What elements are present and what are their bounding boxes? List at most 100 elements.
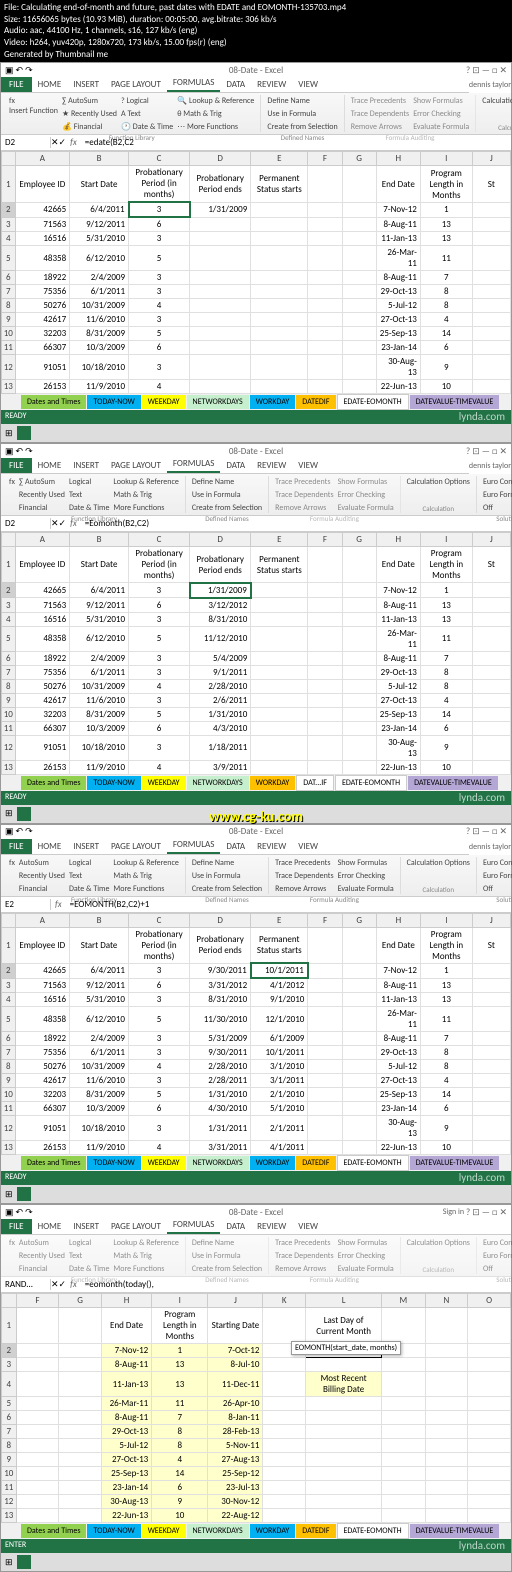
- cell[interactable]: 2/4/2009: [70, 651, 129, 665]
- cell[interactable]: 6/12/2010: [70, 626, 129, 651]
- cell[interactable]: [468, 1467, 511, 1481]
- row-header[interactable]: 7: [2, 285, 16, 299]
- tab-insert[interactable]: INSERT: [67, 77, 105, 92]
- window-controls[interactable]: ? ⊡ — □ ✕: [466, 826, 507, 837]
- sheet-tab[interactable]: Dates and Times: [21, 1524, 86, 1538]
- cell[interactable]: 25-Sep-13: [376, 707, 420, 721]
- cell[interactable]: [308, 927, 342, 963]
- row-header[interactable]: 6: [2, 651, 16, 665]
- cell[interactable]: 25-Sep-13: [101, 1467, 151, 1481]
- row-header[interactable]: 7: [2, 665, 16, 679]
- cell[interactable]: [308, 1046, 342, 1060]
- cell[interactable]: 10/31/2009: [70, 679, 129, 693]
- cell[interactable]: 71563: [15, 217, 70, 232]
- error-checking[interactable]: Error Checking: [336, 870, 396, 882]
- worksheet-grid[interactable]: F G H I J K L M N O 1 End Date Program L…: [1, 1293, 511, 1523]
- cell[interactable]: [425, 1372, 468, 1397]
- tab-pagelayout[interactable]: PAGE LAYOUT: [105, 839, 167, 854]
- cell[interactable]: [251, 707, 308, 721]
- cell[interactable]: 10/1/2011: [251, 1046, 308, 1060]
- row-header[interactable]: 7: [2, 1046, 16, 1060]
- cell[interactable]: [342, 285, 376, 299]
- cell[interactable]: 5: [129, 327, 190, 341]
- cell[interactable]: 27-Oct-13: [376, 693, 420, 707]
- cell[interactable]: [468, 1358, 511, 1372]
- excel-taskbar-icon[interactable]: [17, 1187, 31, 1201]
- worksheet-grid[interactable]: A B C D E F G H I J 1 Employee ID Start …: [1, 151, 511, 394]
- cell[interactable]: [342, 707, 376, 721]
- file-tab[interactable]: FILE: [1, 458, 32, 473]
- cell[interactable]: [308, 963, 342, 978]
- cell[interactable]: [308, 166, 342, 203]
- cell[interactable]: 6/1/2011: [70, 285, 129, 299]
- sheet-tab[interactable]: WORKDAY: [250, 1156, 296, 1170]
- cell[interactable]: 16516: [15, 993, 70, 1007]
- row-header[interactable]: 10: [2, 1467, 17, 1481]
- sheet-tab[interactable]: NETWORKDAYS: [187, 1524, 249, 1538]
- sheet-tab[interactable]: DATEDIF: [296, 1156, 335, 1170]
- cell[interactable]: [190, 380, 251, 394]
- cell[interactable]: 25-Sep-13: [376, 1088, 420, 1102]
- euro-formatting[interactable]: Euro Formatting: [481, 489, 512, 501]
- trace-precedents[interactable]: Trace Precedents: [273, 1237, 335, 1249]
- cell[interactable]: 23-Jan-14: [376, 721, 420, 735]
- cell[interactable]: [472, 1116, 510, 1141]
- col-header[interactable]: G: [342, 913, 376, 927]
- cell[interactable]: 5/31/2010: [70, 993, 129, 1007]
- cell[interactable]: [425, 1397, 468, 1411]
- lookup[interactable]: Lookup & Reference: [111, 857, 180, 869]
- cell[interactable]: 4: [129, 380, 190, 394]
- sheet-tab[interactable]: WEEKDAY: [142, 1524, 186, 1538]
- cell[interactable]: [472, 1102, 510, 1116]
- row-header[interactable]: 2: [2, 202, 16, 217]
- cell[interactable]: [342, 355, 376, 380]
- text-fn[interactable]: A Text: [119, 108, 175, 120]
- tab-pagelayout[interactable]: PAGE LAYOUT: [105, 77, 167, 92]
- use-in-formula[interactable]: Use in Formula: [190, 1250, 264, 1262]
- cell[interactable]: [59, 1481, 102, 1495]
- euro-off[interactable]: Off: [481, 502, 512, 514]
- cell[interactable]: 3: [129, 583, 190, 598]
- cell[interactable]: 3: [129, 313, 190, 327]
- cell[interactable]: [16, 1344, 59, 1358]
- cell[interactable]: 3: [128, 1032, 189, 1046]
- cell[interactable]: 5/31/2010: [70, 612, 129, 626]
- col-header[interactable]: I: [420, 533, 472, 547]
- cell[interactable]: 13: [420, 978, 472, 993]
- cell[interactable]: [251, 693, 308, 707]
- cell[interactable]: [263, 1308, 306, 1344]
- cell[interactable]: [263, 1372, 306, 1397]
- cell[interactable]: [468, 1453, 511, 1467]
- cell[interactable]: 3: [129, 735, 190, 760]
- row-header[interactable]: 7: [2, 1425, 17, 1439]
- financial[interactable]: Financial: [17, 502, 67, 514]
- cell[interactable]: 16516: [15, 612, 70, 626]
- cell[interactable]: 3: [129, 285, 190, 299]
- col-header[interactable]: I: [420, 152, 472, 166]
- cell[interactable]: 8: [152, 1425, 208, 1439]
- euro-off[interactable]: Off: [481, 883, 512, 895]
- cell[interactable]: Program Length in Months: [420, 547, 472, 583]
- cell[interactable]: 23-Jan-14: [101, 1481, 151, 1495]
- remove-arrows[interactable]: Remove Arrows: [273, 502, 335, 514]
- cell[interactable]: [306, 1495, 382, 1509]
- remove-arrows[interactable]: Remove Arrows: [273, 883, 335, 895]
- cell[interactable]: 8-Jul-10: [208, 1358, 263, 1372]
- excel-taskbar-icon[interactable]: [17, 807, 31, 821]
- cell[interactable]: 3: [129, 271, 190, 285]
- cell[interactable]: 32203: [15, 707, 70, 721]
- cell[interactable]: [190, 299, 251, 313]
- tab-formulas[interactable]: FORMULAS: [167, 456, 221, 473]
- cell[interactable]: 6/4/2011: [70, 583, 129, 598]
- autosum[interactable]: ∑ AutoSum: [17, 476, 67, 488]
- cell[interactable]: 5-Jul-12: [376, 679, 420, 693]
- cell[interactable]: [251, 612, 308, 626]
- col-header[interactable]: L: [306, 1294, 382, 1308]
- cell[interactable]: 3: [129, 232, 190, 246]
- cell[interactable]: 5: [128, 1088, 189, 1102]
- cell[interactable]: 9: [152, 1495, 208, 1509]
- remove-arrows[interactable]: Remove Arrows: [349, 121, 411, 133]
- cell[interactable]: 48358: [15, 1007, 70, 1032]
- cell[interactable]: [59, 1453, 102, 1467]
- cell[interactable]: [425, 1439, 468, 1453]
